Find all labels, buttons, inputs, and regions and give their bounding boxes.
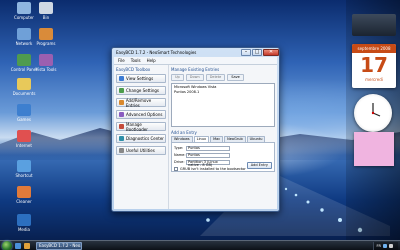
- clock-face-icon: [371, 103, 381, 117]
- calendar-month: septembre 2008: [352, 44, 396, 53]
- app-icon: [39, 54, 53, 66]
- down-button[interactable]: Down: [185, 74, 204, 81]
- desktop-icon-label: Games: [17, 117, 31, 122]
- menu-help[interactable]: Help: [147, 58, 156, 63]
- sticky-note-gadget[interactable]: [354, 132, 394, 166]
- app-icon: [17, 186, 31, 198]
- minimize-button[interactable]: –: [241, 49, 251, 56]
- toolbox-button[interactable]: Diagnostics Center: [116, 134, 166, 143]
- grub-checkbox-label: GRUB isn't installed to the bootsector: [180, 167, 246, 171]
- desktop-icon-label: Vista Tools: [35, 67, 57, 72]
- app-icon: [17, 214, 31, 226]
- drive-label: Drive:: [174, 160, 185, 164]
- taskbar-item-easybcd[interactable]: EasyBCD 1.7.2 - Neo...: [36, 241, 82, 250]
- toolbox-item-icon: [119, 124, 124, 129]
- desktop-icon[interactable]: Documents: [2, 78, 46, 96]
- toolbox-item-icon: [119, 100, 124, 105]
- add-entry-button[interactable]: Add Entry: [246, 162, 272, 169]
- toolbox-button-label: Advanced Options: [126, 112, 163, 117]
- save-button[interactable]: Save: [227, 74, 244, 81]
- app-icon: [39, 28, 53, 40]
- name-field[interactable]: Puntos: [186, 152, 230, 158]
- desktop-icon[interactable]: Vista Tools: [24, 54, 68, 72]
- desktop-icon-label: Cleaner: [16, 199, 32, 204]
- type-select[interactable]: Puntos: [186, 145, 230, 151]
- toolbox-button[interactable]: Manage Bootloader: [116, 121, 166, 132]
- desktop-icon-label: Documents: [12, 91, 36, 96]
- desktop-icon[interactable]: Bin: [24, 2, 68, 20]
- start-button[interactable]: [2, 240, 12, 250]
- taskbar: EasyBCD 1.7.2 - Neo... FR: [0, 240, 400, 250]
- toolbox-item-icon: [119, 148, 124, 153]
- desktop-icon-label: Media: [17, 227, 30, 232]
- manage-entries-title: Manage Existing Entries: [171, 67, 220, 72]
- add-entry-title: Add an Entry: [171, 130, 197, 135]
- toolbox-item-icon: [119, 76, 124, 81]
- name-label: Name:: [174, 153, 186, 157]
- toolbox-pane: EasyBCD Toolbox View Settings Change Sett…: [114, 65, 168, 209]
- calendar-day: 17: [360, 53, 388, 77]
- toolbox-button[interactable]: View Settings: [116, 74, 166, 83]
- menu-bar: File Tools Help: [114, 57, 277, 65]
- toolbox-item-icon: [119, 136, 124, 141]
- desktop-icon-label: Bin: [42, 15, 50, 20]
- entries-list[interactable]: Microsoft Windows Vista Puntos 2008.1: [171, 83, 275, 127]
- grub-checkbox[interactable]: [174, 167, 178, 171]
- switch-windows-icon[interactable]: [24, 242, 30, 249]
- delete-button[interactable]: Delete: [205, 74, 226, 81]
- desktop-icon[interactable]: Programs: [24, 28, 68, 46]
- menu-tools[interactable]: Tools: [131, 58, 141, 63]
- toolbox-button[interactable]: Useful Utilities: [116, 146, 166, 155]
- window-titlebar[interactable]: EasyBCD 1.7.2 - NeoSmart Technologies – …: [112, 48, 279, 57]
- desktop-icon[interactable]: Internet: [2, 130, 46, 148]
- toolbox-item-icon: [119, 88, 124, 93]
- toolbox-header: EasyBCD Toolbox: [116, 67, 151, 72]
- maximize-button[interactable]: □: [252, 49, 262, 56]
- toolbox-button-label: Add/Remove Entries: [125, 97, 152, 108]
- toolbox-button-label: View Settings: [126, 76, 154, 81]
- volume-icon[interactable]: [389, 243, 393, 248]
- network-icon[interactable]: [383, 243, 387, 248]
- toolbox-button[interactable]: Add/Remove Entries: [116, 97, 166, 108]
- toolbox-item-icon: [119, 112, 124, 117]
- calendar-gadget[interactable]: septembre 2008 17 mercredi: [352, 44, 396, 88]
- toolbox-button[interactable]: Change Settings: [116, 86, 166, 95]
- app-icon: [39, 2, 53, 14]
- entries-pane: Manage Existing Entries Up Down Delete S…: [168, 65, 277, 209]
- toolbox-button-label: Manage Bootloader: [126, 121, 148, 132]
- window-title: EasyBCD 1.7.2 - NeoSmart Technologies: [116, 50, 197, 55]
- desktop-icon[interactable]: Cleaner: [2, 186, 46, 204]
- system-tray: FR: [372, 241, 398, 250]
- list-item[interactable]: Puntos 2008.1: [174, 90, 272, 95]
- desktop-icon[interactable]: Games: [2, 104, 46, 122]
- slideshow-gadget[interactable]: [352, 14, 396, 36]
- drive-select[interactable]: Partition 3 (Linux native - 8 GB): [186, 159, 230, 166]
- desktop-icon[interactable]: Media: [2, 214, 46, 232]
- calendar-weekday: mercredi: [365, 77, 383, 82]
- show-desktop-icon[interactable]: [15, 242, 21, 249]
- desktop-icon-label: Shortcut: [15, 173, 33, 178]
- desktop-icon-label: Programs: [36, 41, 56, 46]
- app-icon: [17, 104, 31, 116]
- sidebar-header[interactable]: [352, 3, 396, 11]
- menu-file[interactable]: File: [118, 58, 125, 63]
- app-icon: [17, 160, 31, 172]
- toolbox-button[interactable]: Advanced Options: [116, 110, 166, 119]
- clock-gadget[interactable]: [354, 94, 392, 132]
- toolbox-button-label: Change Settings: [126, 88, 159, 93]
- desktop-icon-label: Internet: [16, 143, 32, 148]
- toolbox-button-label: Diagnostics Center: [126, 136, 164, 141]
- easybcd-window: EasyBCD 1.7.2 - NeoSmart Technologies – …: [111, 47, 280, 212]
- tab-body: Type: Puntos Name: Puntos Drive: Partiti…: [171, 142, 275, 172]
- up-button[interactable]: Up: [171, 74, 184, 81]
- toolbox-button-label: Useful Utilities: [126, 148, 155, 153]
- app-icon: [17, 130, 31, 142]
- app-icon: [17, 78, 31, 90]
- type-label: Type:: [174, 146, 184, 150]
- desktop-icon[interactable]: Shortcut: [2, 160, 46, 178]
- window-client: EasyBCD Toolbox View Settings Change Sett…: [114, 65, 277, 209]
- language-indicator[interactable]: FR: [377, 244, 381, 248]
- entries-toolbar: Up Down Delete Save: [171, 74, 275, 81]
- close-button[interactable]: ✕: [263, 49, 279, 56]
